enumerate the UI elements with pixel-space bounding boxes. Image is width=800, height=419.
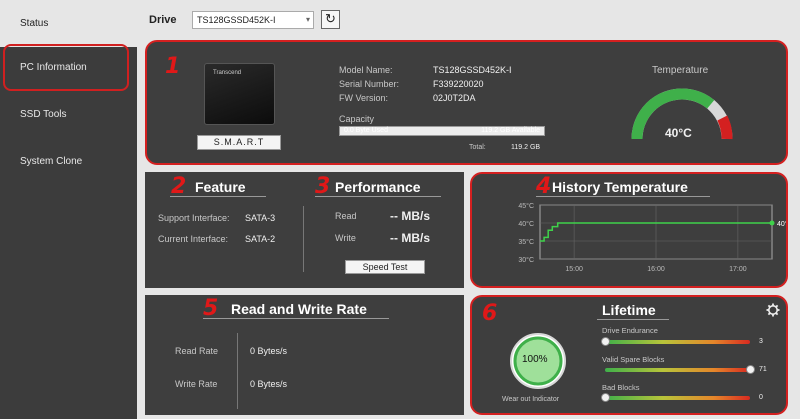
capacity-label: Capacity — [339, 114, 375, 124]
read-write-rate-title: Read and Write Rate — [231, 301, 367, 317]
model-name-value: TS128GSSD452K-I — [433, 65, 512, 75]
bad-blocks-knob — [601, 393, 610, 402]
valid-spare-blocks-knob — [746, 365, 755, 374]
drive-label: Drive — [149, 14, 177, 26]
speed-test-button[interactable]: Speed Test — [345, 260, 425, 274]
history-temperature-chart: 30°C 35°C 40°C 45°C 15:00 16:00 17:00 40°C — [518, 202, 786, 273]
temperature-value: 40°C — [665, 126, 692, 140]
valid-spare-blocks-value: 71 — [759, 366, 767, 373]
chart-x-tick-label: 15:00 — [565, 266, 583, 273]
lifetime-title-underline — [597, 319, 669, 320]
ssd-brand-logo: Transcend — [213, 70, 242, 76]
performance-title: Performance — [335, 179, 421, 195]
chart-current-label: 40°C — [777, 220, 786, 228]
feature-title-underline — [170, 196, 266, 197]
read-rate-label: Read Rate — [175, 346, 219, 356]
performance-title-underline — [315, 196, 441, 197]
callout-number-1: 1 — [165, 54, 181, 79]
ssd-image: Transcend — [204, 63, 275, 125]
capacity-total-value: 119.2 GB — [511, 144, 541, 151]
temperature-label: Temperature — [652, 65, 709, 76]
drive-toolbar: Drive TS128GSSD452K-I ▾ ↻ — [137, 0, 800, 38]
sidebar-item-status[interactable]: Status — [0, 0, 137, 47]
chart-end-point — [769, 220, 775, 226]
history-title-underline — [536, 196, 710, 197]
support-interface-label: Support Interface: — [158, 213, 230, 223]
capacity-available-text: 119.2 GB Available — [481, 127, 540, 134]
sidebar: Status PC Information SSD Tools System C… — [0, 0, 137, 419]
drive-info-panel: 1 Transcend S.M.A.R.T Model Name: TS128G… — [145, 40, 788, 165]
read-rate-value: 0 Bytes/s — [250, 346, 288, 356]
chart-y-tick-label: 30°C — [518, 256, 534, 264]
current-interface-value: SATA-2 — [245, 234, 276, 244]
sidebar-item-ssd-tools[interactable]: SSD Tools — [0, 91, 137, 138]
capacity-bar: 0.0 Byte Used 119.2 GB Available — [339, 126, 545, 136]
sidebar-item-pc-information[interactable]: PC Information — [3, 44, 129, 91]
wear-out-label: Wear out Indicator — [502, 396, 560, 403]
support-interface-value: SATA-3 — [245, 213, 276, 223]
serial-number-label: Serial Number: — [339, 79, 400, 89]
panel-divider — [303, 206, 304, 272]
gear-icon[interactable] — [766, 303, 780, 317]
capacity-used-text: 0.0 Byte Used — [344, 127, 388, 134]
feature-title: Feature — [195, 179, 246, 195]
history-temperature-panel: 4 History Temperature 30°C 35°C 40°C 45°C 15… — [470, 172, 788, 288]
chart-y-tick-label: 45°C — [518, 202, 534, 210]
write-rate-label: Write Rate — [175, 379, 218, 389]
valid-spare-blocks-label: Valid Spare Blocks — [602, 355, 665, 364]
write-speed-value: -- MB/s — [390, 231, 430, 245]
read-speed-value: -- MB/s — [390, 209, 430, 223]
smart-button[interactable]: S.M.A.R.T — [197, 135, 281, 150]
bad-blocks-value: 0 — [759, 394, 763, 401]
lifetime-title: Lifetime — [602, 302, 656, 318]
refresh-icon: ↻ — [325, 11, 336, 26]
rw-divider — [237, 333, 238, 409]
drive-select-value: TS128GSSD452K-I — [197, 15, 276, 25]
history-temperature-title: History Temperature — [552, 179, 688, 195]
write-label: Write — [335, 233, 356, 243]
current-interface-label: Current Interface: — [158, 234, 229, 244]
chevron-down-icon: ▾ — [305, 15, 310, 24]
read-write-rate-panel: 5 Read and Write Rate Read Rate 0 Bytes/… — [145, 295, 464, 415]
feature-performance-panel: 2 Feature Support Interface: SATA-3 Curr… — [145, 172, 464, 288]
drive-select[interactable]: TS128GSSD452K-I ▾ — [192, 11, 314, 29]
drive-endurance-knob — [601, 337, 610, 346]
wear-out-percent: 100% — [522, 354, 548, 365]
lifetime-panel: 6 Lifetime 100% Wear out Indicator Drive… — [470, 295, 788, 415]
chart-y-tick-label: 40°C — [518, 220, 534, 228]
refresh-button[interactable]: ↻ — [321, 10, 340, 29]
chart-x-tick-label: 17:00 — [729, 266, 747, 273]
callout-number-6: 6 — [482, 301, 498, 326]
model-name-label: Model Name: — [339, 65, 393, 75]
bad-blocks-bar — [605, 396, 750, 400]
chart-y-tick-label: 35°C — [518, 238, 534, 246]
capacity-total-label: Total: — [469, 144, 486, 151]
drive-endurance-value: 3 — [759, 338, 763, 345]
drive-endurance-bar — [605, 340, 750, 344]
fw-version-label: FW Version: — [339, 93, 389, 103]
write-rate-value: 0 Bytes/s — [250, 379, 288, 389]
fw-version-value: 02J0T2DA — [433, 93, 476, 103]
serial-number-value: F339220020 — [433, 79, 484, 89]
read-label: Read — [335, 211, 357, 221]
sidebar-item-system-clone[interactable]: System Clone — [0, 138, 137, 185]
valid-spare-blocks-bar — [605, 368, 750, 372]
bad-blocks-label: Bad Blocks — [602, 383, 640, 392]
gauge-red-zone — [717, 115, 733, 140]
drive-endurance-label: Drive Endurance — [602, 326, 658, 335]
rw-title-underline — [203, 318, 389, 319]
chart-x-tick-label: 16:00 — [647, 266, 665, 273]
